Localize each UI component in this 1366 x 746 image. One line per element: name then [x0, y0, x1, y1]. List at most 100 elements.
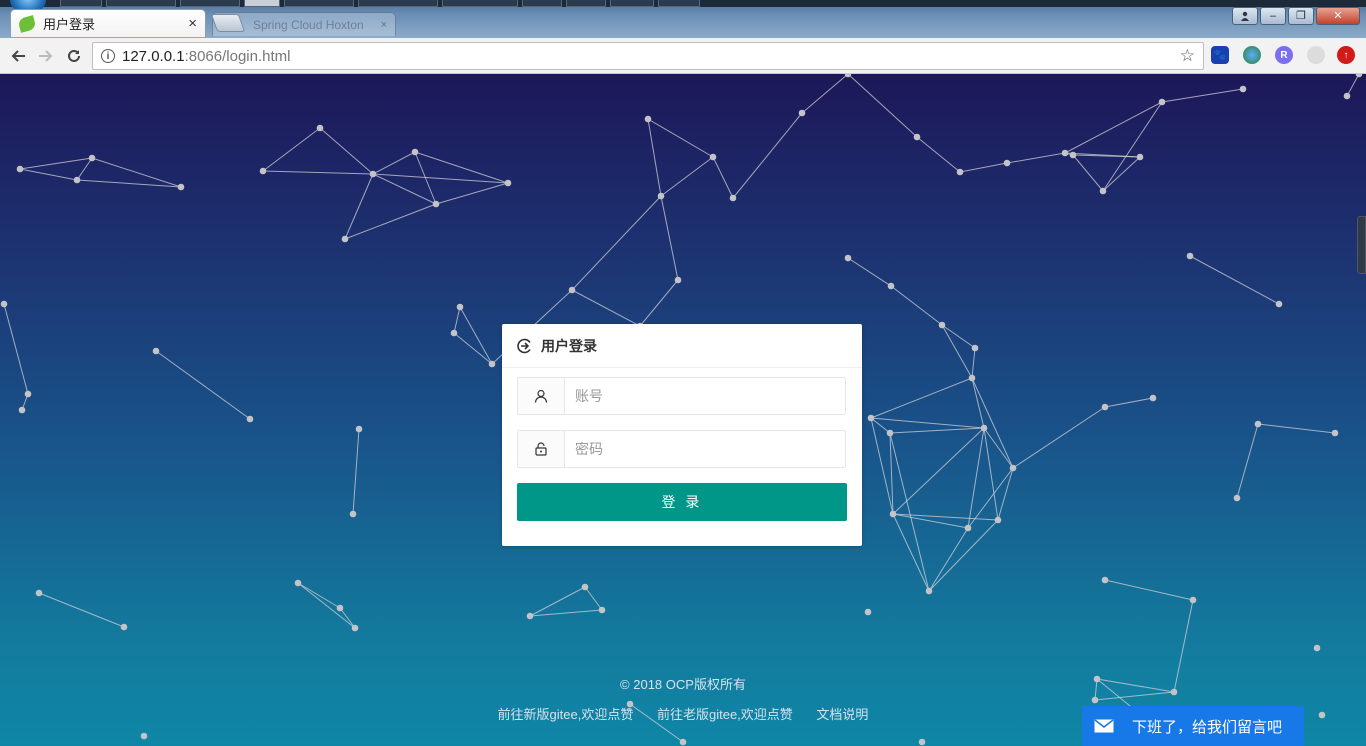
network-node — [1061, 149, 1069, 157]
network-link — [584, 586, 603, 611]
network-node — [1313, 644, 1321, 652]
network-node — [411, 148, 419, 156]
close-window-button[interactable]: ✕ — [1316, 7, 1360, 25]
background-tab-close-icon[interactable]: × — [381, 19, 387, 31]
minimize-button[interactable]: – — [1260, 7, 1286, 25]
tab-active[interactable]: 用户登录 × — [10, 9, 206, 37]
network-link — [19, 157, 93, 170]
network-link — [262, 170, 374, 175]
network-node — [488, 360, 496, 368]
network-node — [679, 738, 687, 746]
window-controls: – ❐ ✕ — [1232, 7, 1360, 25]
back-arrow-icon[interactable] — [4, 42, 32, 70]
password-input[interactable] — [565, 431, 845, 467]
network-link — [1161, 88, 1244, 103]
footer-link-new-gitee[interactable]: 前往新版gitee,欢迎点赞 — [498, 707, 634, 722]
network-node — [1239, 85, 1247, 93]
network-link — [1012, 406, 1106, 469]
network-link — [571, 289, 641, 327]
network-node — [938, 321, 946, 329]
tab-title: 用户登录 — [43, 17, 96, 32]
network-node — [844, 74, 852, 78]
user-profile-icon[interactable] — [1232, 7, 1258, 25]
network-node — [980, 424, 988, 432]
globe-extension-icon[interactable] — [1243, 46, 1261, 64]
baidu-paw-extension-icon[interactable]: 🐾 — [1211, 46, 1229, 64]
footer-link-old-gitee[interactable]: 前往老版gitee,欢迎点赞 — [657, 707, 793, 722]
network-node — [798, 109, 806, 117]
network-node — [336, 604, 344, 612]
username-input[interactable] — [565, 378, 845, 414]
network-node — [1136, 153, 1144, 161]
network-node — [355, 425, 363, 433]
network-link — [372, 151, 416, 175]
network-node — [18, 406, 26, 414]
background-tab-title: Spring Cloud Hoxton — [253, 17, 364, 32]
network-node — [1099, 187, 1107, 195]
network-link — [928, 527, 969, 592]
site-info-icon[interactable]: i — [101, 49, 115, 63]
network-node — [504, 179, 512, 187]
gray-extension-icon[interactable] — [1307, 46, 1325, 64]
network-node — [140, 732, 148, 740]
leave-message-widget[interactable]: 下班了，给我们留言吧 — [1082, 706, 1304, 746]
network-link — [1094, 691, 1175, 701]
network-link — [892, 513, 930, 592]
reload-icon[interactable] — [60, 42, 88, 70]
network-link — [414, 151, 509, 184]
network-link — [971, 377, 985, 429]
network-node — [349, 510, 357, 518]
network-node — [1101, 403, 1109, 411]
network-node — [1254, 420, 1262, 428]
network-link — [91, 157, 182, 188]
network-link — [712, 156, 734, 199]
lock-icon — [518, 431, 565, 467]
red-arrow-extension-icon[interactable]: ↑ — [1337, 46, 1355, 64]
login-card: 用户登录 登 录 — [502, 324, 862, 546]
network-node — [246, 415, 254, 423]
network-node — [0, 300, 8, 308]
network-link — [1064, 101, 1163, 154]
network-link — [297, 582, 356, 629]
network-link — [459, 306, 493, 365]
network-link — [19, 168, 78, 181]
network-link — [352, 428, 360, 515]
network-node — [120, 623, 128, 631]
network-link — [928, 519, 999, 592]
login-button[interactable]: 登 录 — [517, 483, 847, 521]
network-link — [941, 324, 973, 379]
envelope-icon — [1094, 719, 1114, 733]
network-node — [1355, 74, 1363, 78]
network-node — [971, 344, 979, 352]
network-node — [294, 579, 302, 587]
side-scroll-handle[interactable] — [1357, 216, 1366, 274]
network-node — [889, 510, 897, 518]
network-node — [1331, 429, 1339, 437]
tab-close-icon[interactable]: × — [188, 16, 197, 31]
url-host: 127.0.0.1 — [122, 47, 185, 65]
network-link — [1102, 156, 1141, 192]
network-node — [450, 329, 458, 337]
network-link — [890, 285, 943, 326]
network-node — [709, 153, 717, 161]
network-node — [1003, 159, 1011, 167]
network-node — [657, 192, 665, 200]
network-link — [453, 306, 461, 334]
network-node — [1186, 252, 1194, 260]
footer-link-docs[interactable]: 文档说明 — [816, 707, 868, 722]
network-link — [971, 347, 976, 379]
network-link — [344, 173, 374, 240]
network-link — [1346, 74, 1360, 97]
network-link — [889, 427, 985, 434]
network-node — [1009, 464, 1017, 472]
network-node — [73, 176, 81, 184]
bookmark-star-icon[interactable]: ☆ — [1180, 46, 1195, 66]
forward-arrow-icon[interactable] — [32, 42, 60, 70]
network-link — [76, 157, 93, 181]
address-bar[interactable]: i 127.0.0.1:8066/login.html ☆ — [92, 42, 1204, 70]
login-card-header: 用户登录 — [502, 324, 862, 368]
restore-button[interactable]: ❐ — [1288, 7, 1314, 25]
r-extension-icon[interactable]: R — [1275, 46, 1293, 64]
network-link — [647, 118, 662, 197]
network-node — [88, 154, 96, 162]
